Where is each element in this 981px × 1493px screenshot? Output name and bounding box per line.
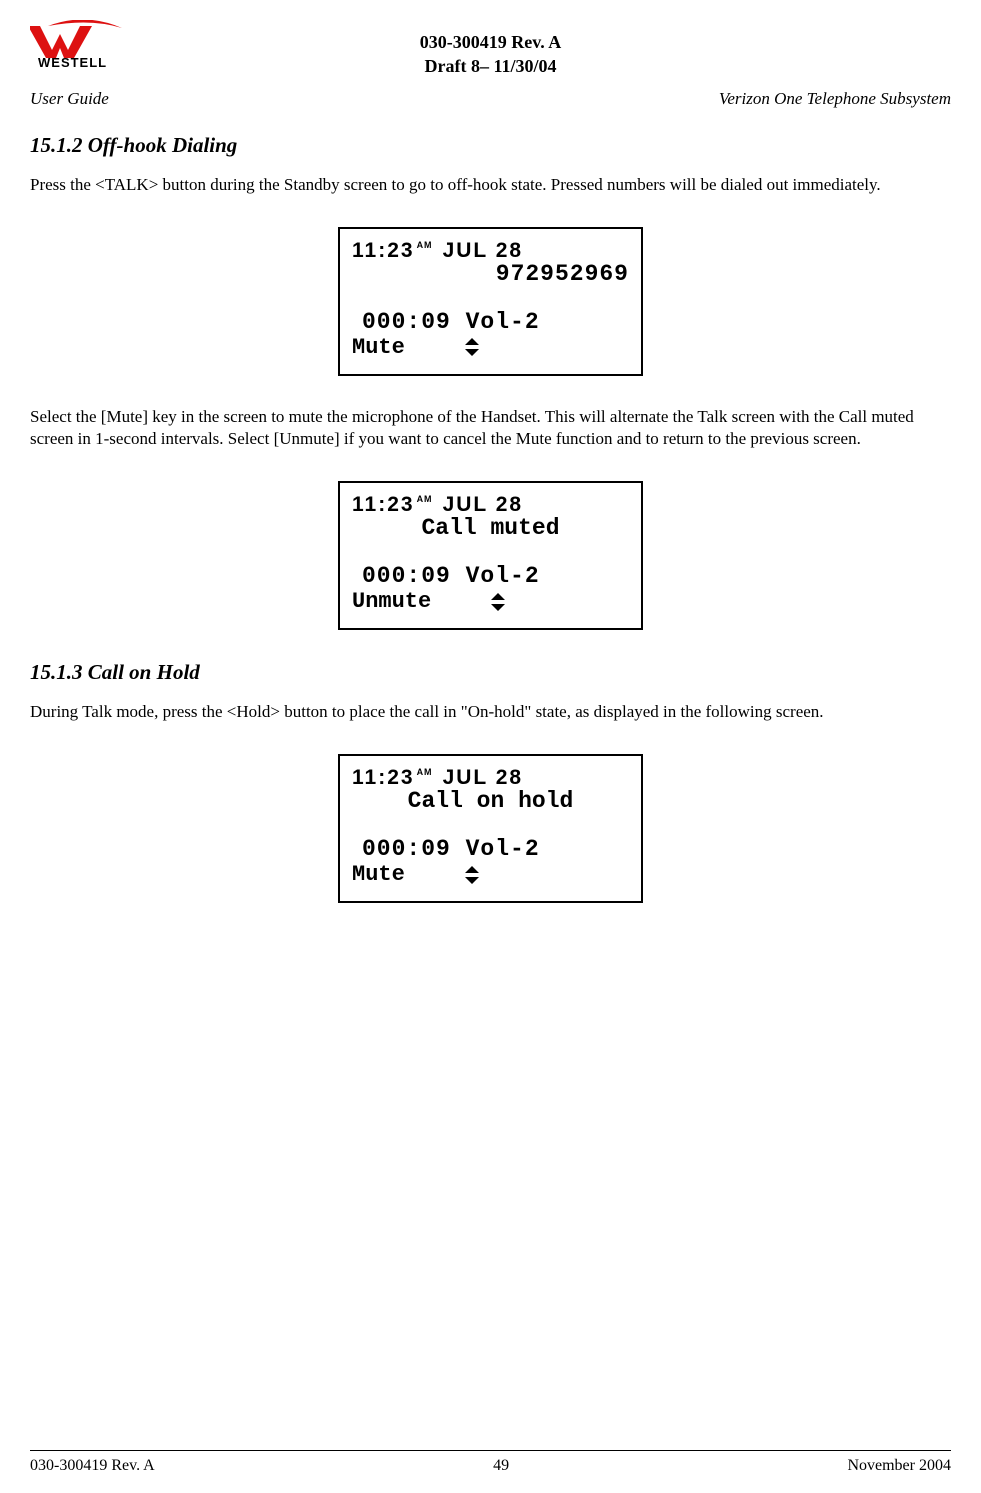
footer-center: 49 bbox=[493, 1457, 509, 1475]
section-hold-title: 15.1.3 Call on Hold bbox=[30, 660, 951, 685]
section-offhook-title: 15.1.2 Off-hook Dialing bbox=[30, 133, 951, 158]
lcd-timer-vol: 000:09 Vol-2 bbox=[362, 563, 629, 589]
user-guide-label: User Guide bbox=[30, 89, 109, 109]
footer-left: 030-300419 Rev. A bbox=[30, 1457, 155, 1475]
lcd-dialed-number: 972952969 bbox=[352, 261, 629, 287]
westell-logo: WESTELL bbox=[30, 20, 130, 70]
lcd-ampm: AM bbox=[417, 768, 433, 777]
logo-text: WESTELL bbox=[38, 55, 107, 70]
doc-draft: Draft 8– 11/30/04 bbox=[30, 54, 951, 78]
page-footer: 030-300419 Rev. A 49 November 2004 bbox=[30, 1457, 951, 1475]
lcd-screen-hold: 11:23 AM JUL 28 Call on hold 000:09 Vol-… bbox=[338, 754, 643, 903]
lcd-date: JUL 28 bbox=[443, 239, 524, 263]
lcd-top-row: 11:23 AM JUL 28 bbox=[352, 766, 629, 790]
footer-rule bbox=[30, 1450, 951, 1451]
system-label: Verizon One Telephone Subsystem bbox=[719, 89, 951, 109]
lcd-ampm: AM bbox=[417, 241, 433, 250]
lcd-timer-vol: 000:09 Vol-2 bbox=[362, 309, 629, 335]
lcd-ampm: AM bbox=[417, 495, 433, 504]
section-hold-p1: During Talk mode, press the <Hold> butto… bbox=[30, 701, 951, 724]
up-down-icon bbox=[465, 866, 479, 884]
lcd-message: Call on hold bbox=[352, 788, 629, 814]
lcd-message: Call muted bbox=[352, 515, 629, 541]
up-down-icon bbox=[465, 338, 479, 356]
doc-id: 030-300419 Rev. A bbox=[30, 30, 951, 54]
lcd-top-row: 11:23 AM JUL 28 bbox=[352, 493, 629, 517]
lcd-timer-vol: 000:09 Vol-2 bbox=[362, 836, 629, 862]
up-down-icon bbox=[491, 593, 505, 611]
footer-right: November 2004 bbox=[847, 1457, 951, 1475]
section-offhook-p1: Press the <TALK> button during the Stand… bbox=[30, 174, 951, 197]
lcd-softkey-unmute: Unmute bbox=[352, 589, 431, 614]
lcd-softkey-mute: Mute bbox=[352, 335, 405, 360]
lcd-screen-muted: 11:23 AM JUL 28 Call muted 000:09 Vol-2 … bbox=[338, 481, 643, 630]
lcd-softkey-mute: Mute bbox=[352, 862, 405, 887]
doc-header: 030-300419 Rev. A Draft 8– 11/30/04 bbox=[30, 30, 951, 79]
lcd-top-row: 11:23AMJUL 28 bbox=[352, 239, 629, 263]
lcd-screen-dialing: 11:23AMJUL 28 AM PM bbox=[338, 227, 643, 376]
lcd-date: JUL 28 bbox=[443, 766, 524, 790]
lcd-date: JUL 28 bbox=[443, 493, 524, 517]
section-offhook-p2: Select the [Mute] key in the screen to m… bbox=[30, 406, 951, 452]
